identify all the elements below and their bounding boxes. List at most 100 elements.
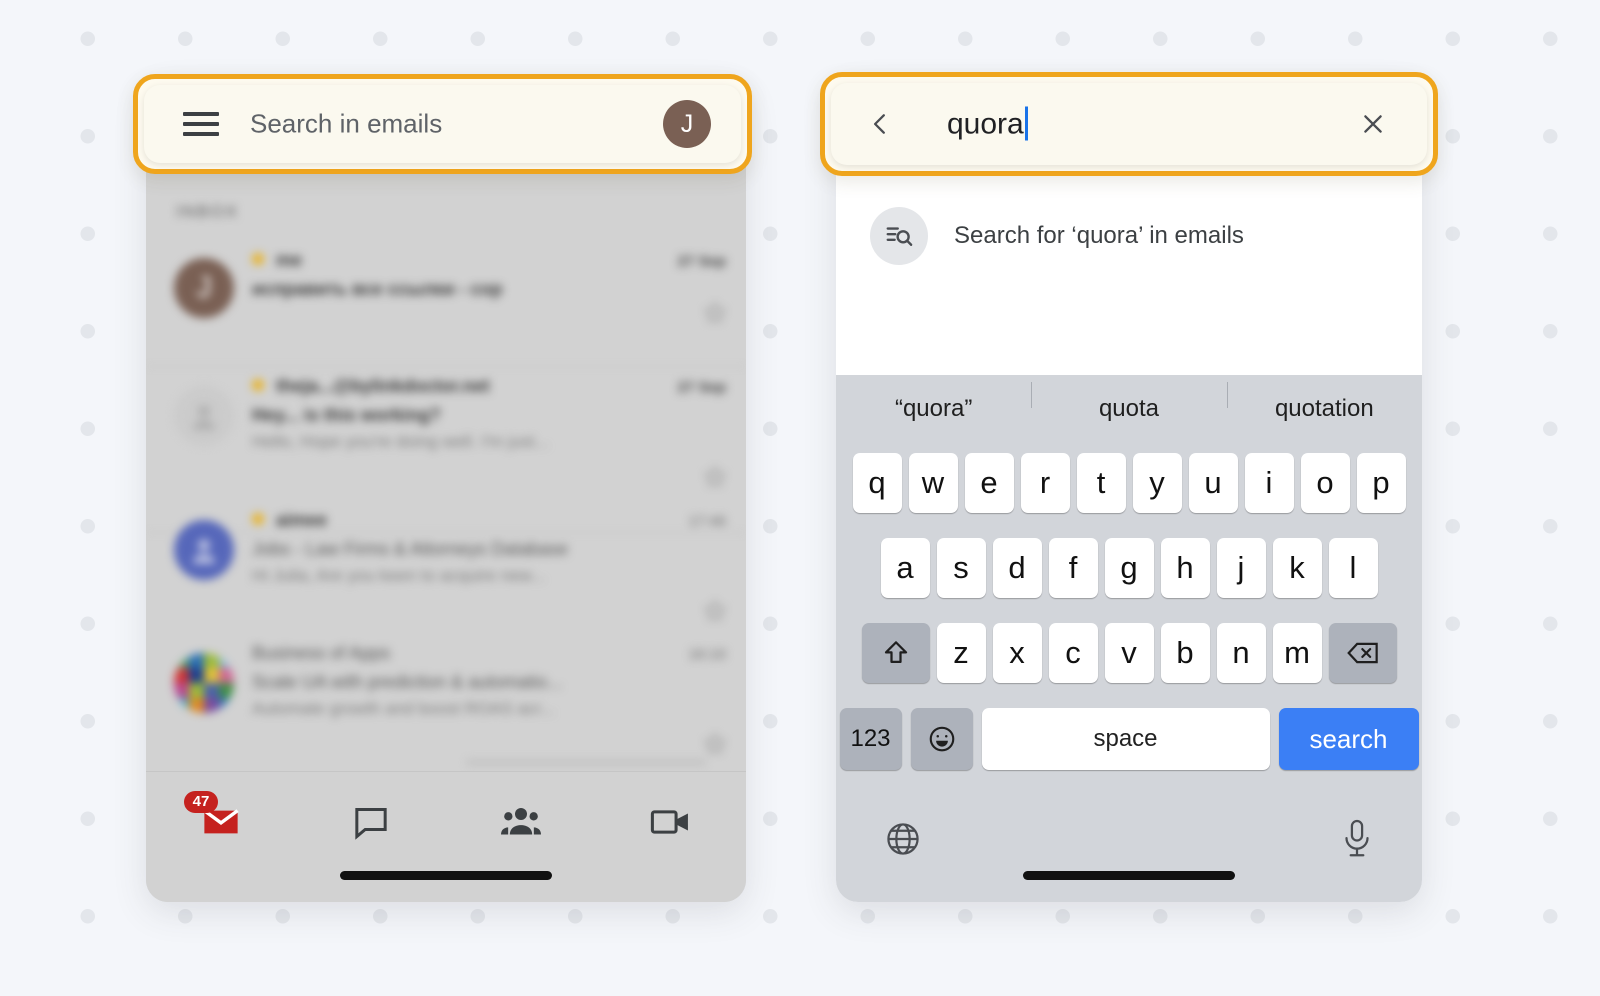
key-b[interactable]: b	[1160, 623, 1210, 683]
email-snippet: Hi Julia, Are you keen to acquire new...	[252, 566, 545, 585]
key-i[interactable]: i	[1244, 453, 1294, 513]
nav-item-mail[interactable]: 47	[146, 791, 296, 850]
key-c[interactable]: c	[1048, 623, 1098, 683]
key-f[interactable]: f	[1048, 538, 1098, 598]
backspace-key[interactable]	[1328, 623, 1397, 683]
nav-item-chat[interactable]	[296, 794, 446, 850]
key-v[interactable]: v	[1104, 623, 1154, 683]
key-j[interactable]: j	[1216, 538, 1266, 598]
email-snippet: Automate growth and boost ROAS acr...	[252, 699, 555, 718]
email-sender: theja...@bylinkdoctor.net	[252, 376, 676, 397]
home-indicator	[1023, 871, 1235, 880]
key-d[interactable]: d	[992, 538, 1042, 598]
key-o[interactable]: o	[1300, 453, 1350, 513]
key-n[interactable]: n	[1216, 623, 1266, 683]
numbers-key[interactable]: 123	[839, 708, 902, 770]
shift-icon	[884, 641, 907, 663]
search-bar-left[interactable]: Search in emails J	[144, 85, 741, 163]
shift-key[interactable]	[861, 623, 930, 683]
email-sender: Business of Apps	[252, 643, 391, 663]
status-badge: 47	[184, 791, 218, 813]
space-key[interactable]: space	[981, 708, 1270, 770]
nav-item-spaces[interactable]	[446, 794, 596, 850]
search-key[interactable]: search	[1278, 708, 1419, 770]
key-a[interactable]: a	[880, 538, 930, 598]
avatar	[174, 653, 234, 713]
unread-dot-icon	[252, 253, 264, 265]
star-icon[interactable]	[702, 598, 728, 624]
star-icon[interactable]	[702, 300, 728, 326]
search-input[interactable]: quora	[947, 106, 1028, 142]
email-date: 17:46	[688, 513, 726, 530]
key-t[interactable]: t	[1076, 453, 1126, 513]
email-subject: Hey... is this working?	[252, 405, 441, 425]
key-e[interactable]: e	[964, 453, 1014, 513]
key-u[interactable]: u	[1188, 453, 1238, 513]
virtual-keyboard: “quora” quota quotation q w e r t y u i …	[836, 375, 1422, 902]
nav-item-meet[interactable]	[596, 794, 746, 850]
key-x[interactable]: x	[992, 623, 1042, 683]
avatar[interactable]: J	[663, 100, 711, 148]
back-chevron-icon[interactable]	[867, 111, 893, 137]
key-m[interactable]: m	[1272, 623, 1322, 683]
star-icon[interactable]	[702, 731, 728, 757]
key-k[interactable]: k	[1272, 538, 1322, 598]
keyboard-row-3: z x c v b n m	[836, 623, 1422, 683]
search-bar-highlight-left: Search in emails J	[133, 74, 752, 174]
key-p[interactable]: p	[1356, 453, 1406, 513]
microphone-key[interactable]	[1342, 818, 1372, 860]
keyboard-suggestion-2[interactable]: quotation	[1226, 382, 1422, 423]
email-date: 27 Sep	[677, 379, 726, 396]
search-in-emails-icon	[870, 207, 928, 265]
email-snippet: Hello, Hope you're doing well. I'm just.…	[252, 432, 549, 451]
microphone-icon	[1345, 819, 1369, 857]
person-silhouette-icon	[192, 405, 216, 430]
close-icon[interactable]	[1359, 110, 1387, 138]
people-group-icon	[501, 808, 541, 835]
key-g[interactable]: g	[1104, 538, 1154, 598]
key-l[interactable]: l	[1328, 538, 1378, 598]
email-sender: aimee	[252, 510, 676, 531]
avatar	[174, 386, 234, 446]
key-w[interactable]: w	[908, 453, 958, 513]
keyboard-row-2: a s d f g h j k l	[836, 538, 1422, 598]
search-input[interactable]: Search in emails	[250, 109, 442, 140]
table-row[interactable]: theja...@bylinkdoctor.net Hey... is this…	[146, 376, 746, 526]
unread-dot-icon	[252, 513, 264, 525]
table-row[interactable]: aimee Jobs - Law Firms & Attorneys Datab…	[146, 510, 746, 660]
unread-dot-icon	[252, 379, 264, 391]
email-date: 27 Sep	[677, 253, 726, 270]
email-subject: Scale UA with prediction & automatio...	[252, 672, 563, 692]
search-bar-highlight-right: quora	[820, 72, 1438, 176]
keyboard-suggestion-strip: “quora” quota quotation	[836, 375, 1422, 443]
search-suggestion-row[interactable]: Search for ‘quora’ in emails	[836, 184, 1422, 288]
globe-key[interactable]	[884, 820, 922, 858]
emoji-icon	[929, 726, 954, 752]
email-sender: me	[252, 250, 676, 271]
keyboard-suggestion-1[interactable]: quota	[1031, 382, 1226, 423]
keyboard-bottom-row	[836, 798, 1422, 902]
search-bar-right[interactable]: quora	[831, 83, 1427, 165]
chat-bubble-icon	[355, 808, 387, 840]
keyboard-suggestion-0[interactable]: “quora”	[836, 395, 1031, 423]
table-row[interactable]: J me исправить все ссылки - сор 27 Sep	[146, 250, 746, 360]
keyboard-row-4: 123 space search	[836, 708, 1422, 770]
star-icon[interactable]	[702, 464, 728, 490]
hamburger-menu-icon[interactable]	[183, 112, 219, 136]
keyboard-row-1: q w e r t y u i o p	[836, 453, 1422, 513]
key-q[interactable]: q	[852, 453, 902, 513]
emoji-key[interactable]	[910, 708, 973, 770]
brand-grid-avatar-icon	[174, 653, 234, 713]
key-h[interactable]: h	[1160, 538, 1210, 598]
key-s[interactable]: s	[936, 538, 986, 598]
key-z[interactable]: z	[936, 623, 986, 683]
scroll-hint	[466, 760, 706, 765]
screenshot-stage: INBOX J me исправить все ссылки - сор 27…	[0, 0, 1600, 996]
email-subject: Jobs - Law Firms & Attorneys Database	[252, 539, 569, 559]
key-y[interactable]: y	[1132, 453, 1182, 513]
key-r[interactable]: r	[1020, 453, 1070, 513]
email-text-block: theja...@bylinkdoctor.net Hey... is this…	[252, 376, 676, 452]
left-phone-panel: INBOX J me исправить все ссылки - сор 27…	[146, 80, 746, 902]
backspace-icon	[1346, 642, 1378, 664]
inbox-section-label: INBOX	[176, 202, 239, 221]
